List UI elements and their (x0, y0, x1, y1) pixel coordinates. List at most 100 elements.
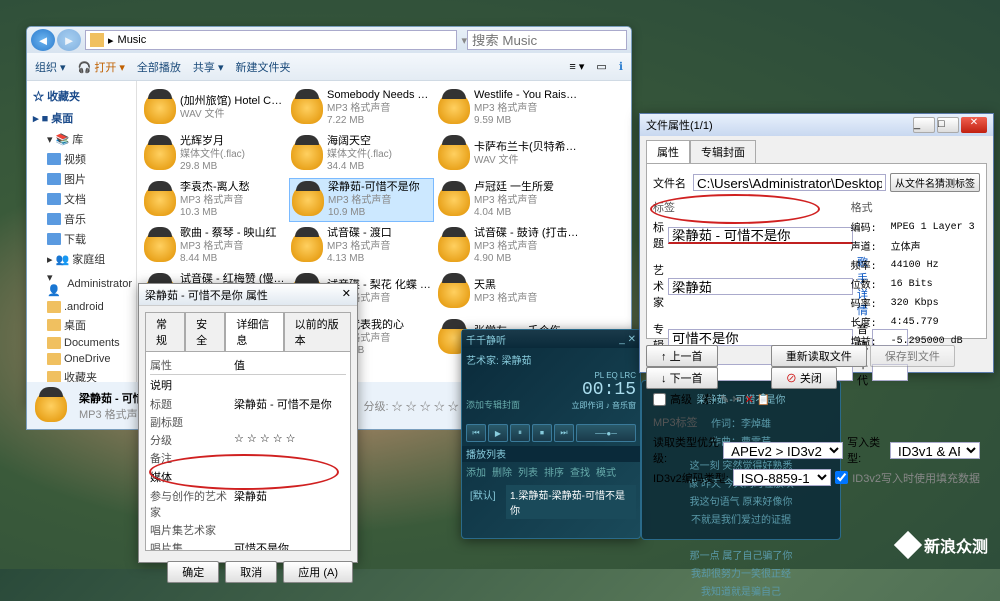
next-file-button[interactable]: ↓ 下一首 (646, 367, 718, 389)
reread-button[interactable]: 重新读取文件 (771, 345, 867, 367)
favorites-group[interactable]: ☆ 收藏夹 (27, 85, 136, 107)
breadcrumb[interactable]: Music (118, 34, 147, 46)
search-input[interactable] (467, 30, 627, 50)
file-item[interactable]: 李袁杰-离人愁MP3 格式声音10.3 MB (142, 178, 287, 222)
preview-pane-toggle[interactable]: ▭ (596, 60, 606, 73)
pl-tab[interactable]: 排序 (544, 464, 564, 479)
id3enc-select[interactable]: ISO-8859-1 (733, 469, 831, 486)
format-label: 长度: (851, 314, 887, 330)
play-button[interactable]: ▶ (488, 424, 508, 442)
play-all[interactable]: 全部播放 (137, 59, 181, 75)
file-item[interactable]: 试音碟 - 鼓诗 (打击乐)MP3 格式声音4.90 MB (436, 224, 581, 268)
props-title: 梁静茹 - 可惜不是你 属性 (145, 287, 268, 302)
music-library[interactable]: 音乐窗 (612, 401, 636, 410)
prev-button[interactable]: ⏮ (466, 424, 486, 442)
sidebar-item[interactable]: .android (27, 299, 136, 315)
playlist-default[interactable]: [默认] (466, 485, 506, 519)
stop-button[interactable]: ⏹ (532, 424, 552, 442)
filename-input[interactable] (693, 174, 886, 191)
lyric-line: 我知道就是骗自己 (654, 585, 828, 601)
music-icon (438, 92, 470, 124)
rating-stars[interactable]: ☆ ☆ ☆ ☆ ☆ (392, 401, 459, 413)
save-button[interactable]: 保存到文件 (870, 345, 955, 367)
close-button[interactable]: ⊘ 关闭 (771, 367, 837, 389)
pause-button[interactable]: ⏸ (510, 424, 530, 442)
libraries[interactable]: ▾ 📚 库 (27, 129, 136, 149)
cancel-button[interactable]: 取消 (225, 561, 277, 583)
new-folder[interactable]: 新建文件夹 (236, 59, 291, 75)
props-tab[interactable]: 详细信息 (225, 312, 283, 351)
file-item[interactable]: 梁静茹-可惜不是你MP3 格式声音10.9 MB (289, 178, 434, 222)
sidebar-item[interactable]: 视频 (27, 149, 136, 169)
player-titlebar[interactable]: 千千静听 _ ✕ (462, 330, 640, 348)
advanced-checkbox[interactable] (653, 393, 666, 406)
sidebar-item[interactable]: 图片 (27, 169, 136, 189)
ok-button[interactable]: 确定 (167, 561, 219, 583)
toolbar-icons[interactable]: ✎ ✂ ✕ 📋 (720, 393, 771, 406)
minimize-icon[interactable]: _ (619, 334, 625, 345)
tag-input[interactable] (668, 278, 853, 295)
user-folder[interactable]: ▾ 👤 Administrator (27, 269, 136, 299)
music-icon (144, 138, 176, 170)
file-item[interactable]: Somebody Needs YouMP3 格式声音7.22 MB (289, 86, 434, 130)
props-tab[interactable]: 常规 (145, 312, 185, 351)
organize-menu[interactable]: 组织 ▾ (35, 59, 66, 75)
file-item[interactable]: 歌曲 - 蔡琴 - 映山红MP3 格式声音8.44 MB (142, 224, 287, 268)
file-item[interactable]: Westlife - You Raise Me UpMP3 格式声音9.59 M… (436, 86, 581, 130)
file-item[interactable]: 试音碟 - 渡口MP3 格式声音4.13 MB (289, 224, 434, 268)
lyric-action[interactable]: 立即作词 (572, 401, 604, 410)
pl-tab[interactable]: 列表 (518, 464, 538, 479)
desktop-group[interactable]: ▸ ■ 桌面 (27, 107, 136, 129)
pl-tab[interactable]: 查找 (570, 464, 590, 479)
music-icon (438, 276, 470, 308)
guess-tags-button[interactable]: 从文件名猜测标签 (890, 173, 980, 192)
col-value: 值 (234, 357, 346, 373)
file-item[interactable]: 天黑MP3 格式声音 (436, 270, 581, 314)
write-type-label: 写入类型: (847, 434, 886, 466)
view-menu[interactable]: ≡ ▾ (569, 60, 584, 73)
homegroup[interactable]: ▸ 👥 家庭组 (27, 249, 136, 269)
padding-checkbox[interactable] (835, 471, 848, 484)
tag-input[interactable] (668, 227, 853, 244)
open-menu[interactable]: 🎧 打开 ▾ (78, 59, 125, 75)
sidebar-item[interactable]: 文档 (27, 189, 136, 209)
file-item[interactable]: 卡萨布兰卡(贝特希金斯).wavWAV 文件 (436, 132, 581, 176)
apply-button[interactable]: 应用 (A) (283, 561, 353, 583)
forward-button[interactable]: ► (57, 29, 81, 51)
close-icon[interactable]: ✕ (342, 287, 351, 302)
write-type-select[interactable]: ID3v1 & APEv2 (890, 442, 980, 459)
pl-tab[interactable]: 添加 (466, 464, 486, 479)
tab-album-art[interactable]: 专辑封面 (690, 140, 756, 163)
minimize-icon[interactable]: _ (913, 117, 935, 133)
share-menu[interactable]: 共享 ▾ (193, 59, 224, 75)
back-button[interactable]: ◄ (31, 29, 55, 51)
file-item[interactable]: 光辉岁月媒体文件(.flac)29.8 MB (142, 132, 287, 176)
prev-file-button[interactable]: ↑ 上一首 (646, 345, 718, 367)
maximize-icon[interactable]: □ (937, 117, 959, 133)
file-item[interactable]: 卢冠廷 一生所爱MP3 格式声音4.04 MB (436, 178, 581, 222)
file-item[interactable]: 海阔天空媒体文件(.flac)34.4 MB (289, 132, 434, 176)
player-badges[interactable]: PL EQ LRC (572, 371, 636, 380)
pl-tab[interactable]: 模式 (596, 464, 616, 479)
tag-input[interactable] (668, 329, 853, 346)
props-tab[interactable]: 安全 (185, 312, 225, 351)
close-icon[interactable]: ✕ (628, 334, 636, 345)
close-icon[interactable]: ✕ (961, 117, 987, 133)
file-item[interactable]: (加州旅馆) Hotel California-The Eagles.wavWA… (142, 86, 287, 130)
address-bar[interactable]: ▸ Music (85, 30, 457, 50)
tab-properties[interactable]: 属性 (646, 140, 690, 163)
next-button[interactable]: ⏭ (554, 424, 574, 442)
volume-slider[interactable]: ──●─ (576, 424, 636, 442)
props-tab[interactable]: 以前的版本 (284, 312, 351, 351)
sidebar-item[interactable]: OneDrive (27, 351, 136, 367)
id3enc-label: ID3v2编码类型: (653, 470, 729, 486)
sidebar-item[interactable]: 音乐 (27, 209, 136, 229)
playlist-track[interactable]: 1.梁静茹-梁静茹-可惜不是你 (506, 485, 636, 519)
sidebar-item[interactable]: 下载 (27, 229, 136, 249)
pl-tab[interactable]: 删除 (492, 464, 512, 479)
add-cover-link[interactable]: 添加专辑封面 (466, 398, 520, 411)
sidebar-item[interactable]: Documents (27, 335, 136, 351)
help-button[interactable]: ℹ (619, 60, 623, 73)
sidebar-item[interactable]: 桌面 (27, 315, 136, 335)
read-priority-select[interactable]: APEv2 > ID3v2 > ID3v1 (723, 442, 843, 459)
